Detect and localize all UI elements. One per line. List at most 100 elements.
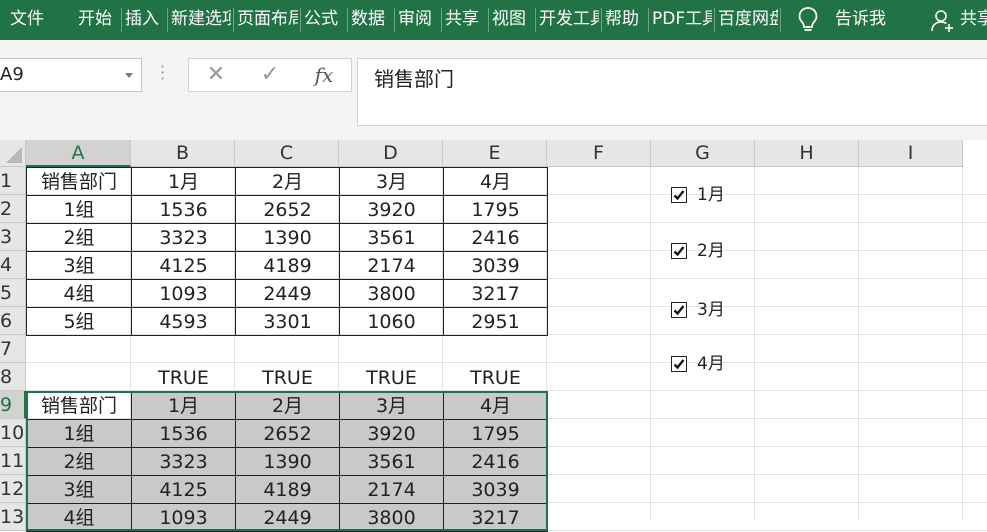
tab-new[interactable]: 新建选项卡 [171,0,231,40]
row-header-9[interactable]: 9 [0,391,26,419]
table1-header-cell[interactable]: 2月 [235,167,340,196]
row-header-10[interactable]: 10 [0,419,26,447]
lightbulb-icon[interactable] [797,6,819,34]
tab-formulas[interactable]: 公式 [304,0,344,40]
tab-home[interactable]: 开始 [78,0,118,40]
table1-header-cell[interactable]: 1月 [131,167,236,196]
table1-cell[interactable]: 2449 [235,279,340,308]
checkbox-month-2[interactable]: 2月 [671,240,791,264]
column-header-g[interactable]: G [651,140,755,167]
checkbox-month-4[interactable]: 4月 [671,353,791,377]
row8-true-cell[interactable]: TRUE [443,363,548,392]
table1-cell[interactable]: 1060 [339,307,444,336]
table1-cell[interactable]: 1093 [131,279,236,308]
tab-share[interactable]: 共享 [445,0,485,40]
table1-cell[interactable]: 3561 [339,223,444,252]
tab-insert[interactable]: 插入 [125,0,165,40]
table2-cell[interactable]: 3561 [339,447,444,476]
table1-cell[interactable]: 2416 [443,223,548,252]
row8-true-cell[interactable]: TRUE [235,363,340,392]
checkbox-box[interactable] [671,243,687,259]
row-header-7[interactable]: 7 [0,335,26,363]
table2-header-cell[interactable]: 4月 [443,391,548,420]
chevron-down-icon[interactable] [125,73,133,78]
person-add-icon[interactable] [930,9,954,33]
column-header-e[interactable]: E [443,140,547,167]
table1-cell[interactable]: 3920 [339,195,444,224]
table2-cell[interactable]: 4189 [235,475,340,504]
confirm-icon[interactable]: ✓ [257,59,283,91]
table1-cell[interactable]: 4189 [235,251,340,280]
table2-cell[interactable]: 3组 [26,475,132,504]
tab-data[interactable]: 数据 [351,0,391,40]
tab-view[interactable]: 视图 [492,0,532,40]
row-header-12[interactable]: 12 [0,475,26,503]
column-header-b[interactable]: B [131,140,235,167]
tab-page-layout[interactable]: 页面布局 [237,0,298,40]
column-header-d[interactable]: D [339,140,443,167]
row-header-6[interactable]: 6 [0,307,26,335]
table1-cell[interactable]: 4组 [26,279,132,308]
table2-cell[interactable]: 3039 [443,475,548,504]
table2-header-cell[interactable]: 1月 [131,391,236,420]
row-header-11[interactable]: 11 [0,447,26,475]
table1-cell[interactable]: 3217 [443,279,548,308]
table2-cell[interactable]: 2652 [235,419,340,448]
table1-cell[interactable]: 3301 [235,307,340,336]
share-button[interactable]: 共享 [960,0,987,40]
tab-pdf-tools[interactable]: PDF工具 [652,0,712,40]
table2-cell[interactable]: 2174 [339,475,444,504]
table2-cell[interactable]: 1组 [26,419,132,448]
table1-cell[interactable]: 5组 [26,307,132,336]
checkbox-month-3[interactable]: 3月 [671,299,791,323]
checkbox-box[interactable] [671,187,687,203]
table2-cell[interactable]: 1536 [131,419,236,448]
tab-help[interactable]: 帮助 [605,0,645,40]
checkbox-box[interactable] [671,302,687,318]
table1-cell[interactable]: 2174 [339,251,444,280]
name-box[interactable]: A9 [0,58,142,92]
table1-cell[interactable]: 4125 [131,251,236,280]
table2-header-cell[interactable]: 销售部门 [26,391,132,420]
column-header-h[interactable]: H [755,140,859,167]
column-header-a[interactable]: A [26,140,131,167]
table2-cell[interactable]: 1093 [131,503,236,532]
tab-baidu-netdisk[interactable]: 百度网盘 [718,0,778,40]
tab-review[interactable]: 审阅 [398,0,438,40]
column-header-f[interactable]: F [547,140,651,167]
tab-file[interactable]: 文件 [10,0,50,40]
table1-cell[interactable]: 3800 [339,279,444,308]
table1-header-cell[interactable]: 销售部门 [26,167,132,196]
table2-cell[interactable]: 2组 [26,447,132,476]
tab-developer[interactable]: 开发工具 [539,0,599,40]
table2-cell[interactable]: 3800 [339,503,444,532]
table2-cell[interactable]: 2416 [443,447,548,476]
table1-cell[interactable]: 3039 [443,251,548,280]
table2-cell[interactable]: 1390 [235,447,340,476]
table2-cell[interactable]: 3217 [443,503,548,532]
select-all-button[interactable] [0,140,26,167]
table2-cell[interactable]: 3920 [339,419,444,448]
table1-cell[interactable]: 1536 [131,195,236,224]
tell-me-search[interactable]: 告诉我 [835,0,895,40]
table1-cell[interactable]: 1390 [235,223,340,252]
formula-input[interactable]: 销售部门 [357,58,987,126]
table1-cell[interactable]: 2951 [443,307,548,336]
checkbox-box[interactable] [671,356,687,372]
table1-header-cell[interactable]: 3月 [339,167,444,196]
table1-cell[interactable]: 4593 [131,307,236,336]
row-header-8[interactable]: 8 [0,363,26,391]
table1-cell[interactable]: 3组 [26,251,132,280]
row-header-4[interactable]: 4 [0,251,26,279]
table2-header-cell[interactable]: 3月 [339,391,444,420]
row-header-5[interactable]: 5 [0,279,26,307]
table1-cell[interactable]: 3323 [131,223,236,252]
table1-cell[interactable]: 2组 [26,223,132,252]
row-header-2[interactable]: 2 [0,195,26,223]
table1-header-cell[interactable]: 4月 [443,167,548,196]
table2-cell[interactable]: 4组 [26,503,132,532]
cancel-icon[interactable]: ✕ [203,59,229,91]
more-options-icon[interactable]: · · · [160,59,168,87]
table2-cell[interactable]: 3323 [131,447,236,476]
table2-header-cell[interactable]: 2月 [235,391,340,420]
